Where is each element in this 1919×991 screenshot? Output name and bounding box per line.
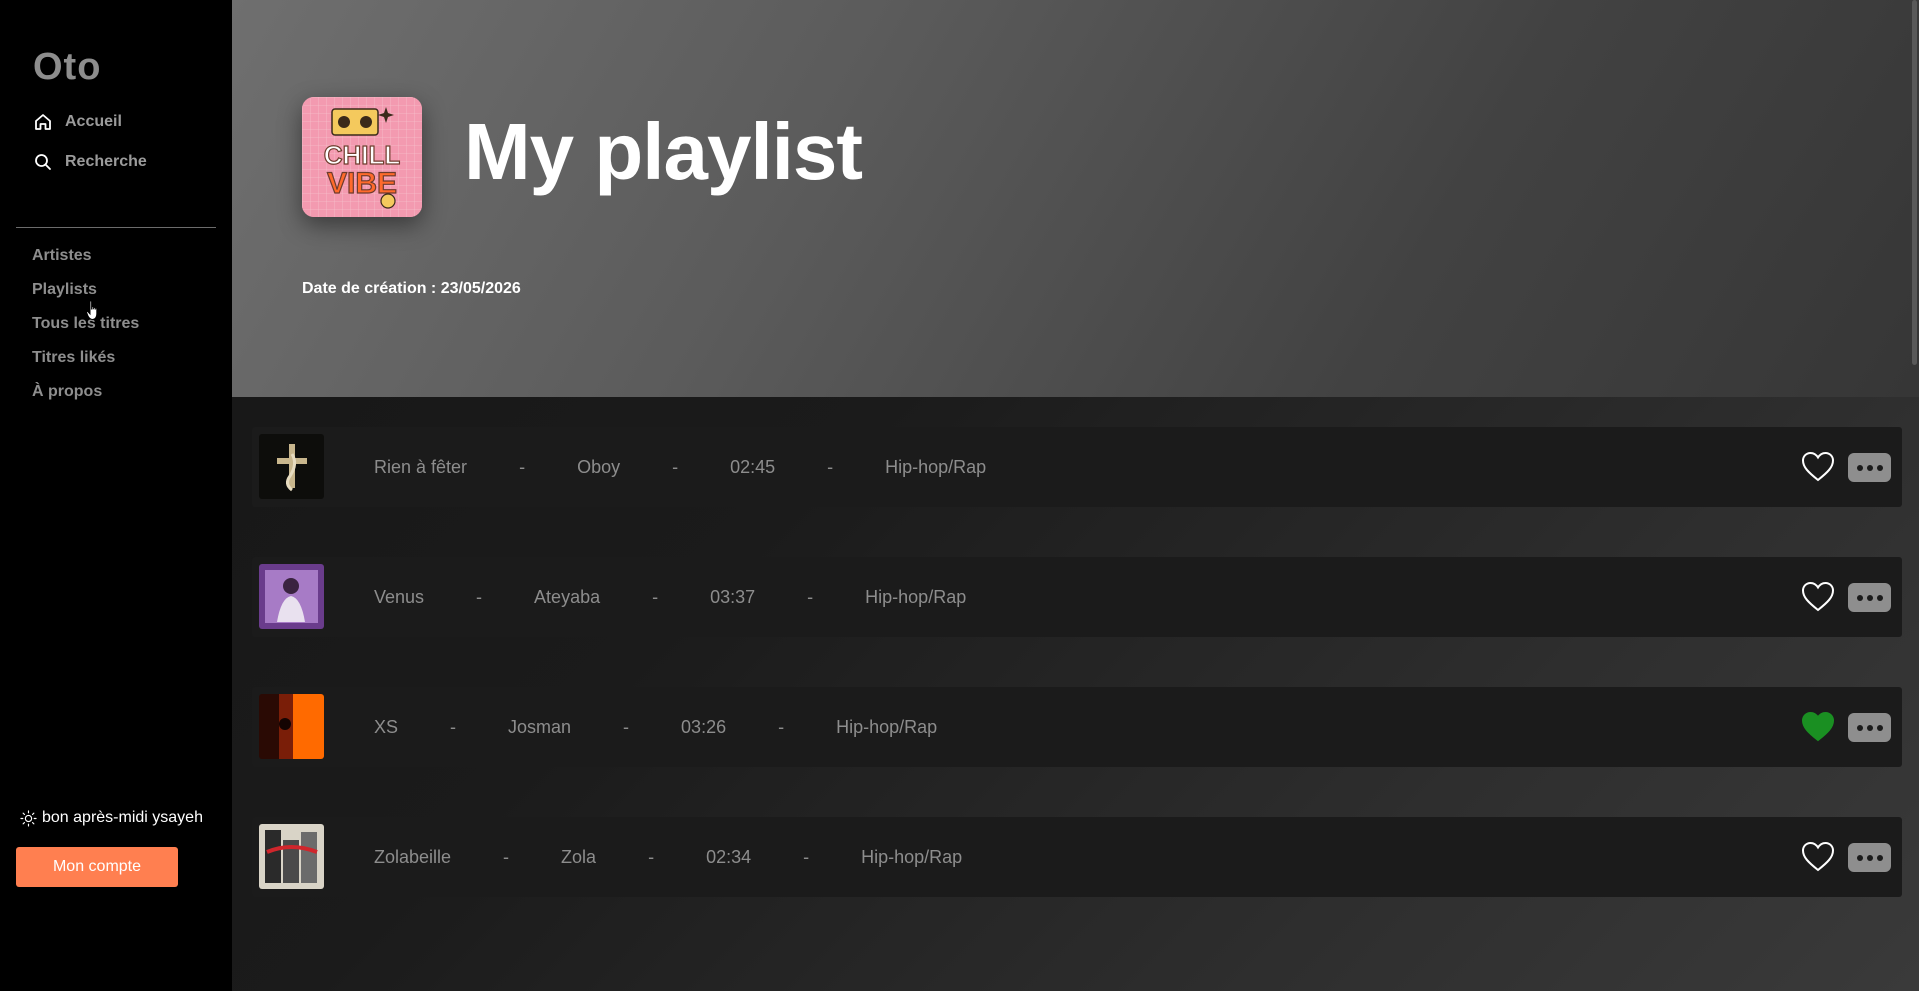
separator: - — [450, 716, 457, 737]
track-row[interactable]: Zolabeille - Zola - 02:34 - Hip-hop/Rap — [252, 817, 1902, 897]
separator: - — [803, 846, 810, 867]
nav-link-a-propos[interactable]: À propos — [32, 382, 139, 416]
nav-item-recherche[interactable]: Recherche — [33, 148, 147, 176]
scrollbar-thumb[interactable] — [1912, 0, 1917, 365]
track-artist: Ateyaba — [534, 586, 601, 607]
track-cover — [259, 434, 324, 499]
sidebar: Oto Accueil Recherche Artistes Playlists… — [0, 0, 232, 991]
sun-icon — [20, 809, 37, 827]
nav-link-titres-likes[interactable]: Titres likés — [32, 348, 139, 382]
separator: - — [503, 846, 510, 867]
track-cover — [259, 694, 324, 759]
track-row[interactable]: XS - Josman - 03:26 - Hip-hop/Rap — [252, 687, 1902, 767]
track-genre: Hip-hop/Rap — [836, 716, 938, 737]
nav-label-recherche: Recherche — [65, 153, 147, 170]
app-logo[interactable]: Oto — [33, 46, 101, 89]
main-nav: Accueil Recherche — [33, 108, 147, 188]
separator: - — [648, 846, 655, 867]
separator: - — [827, 456, 834, 477]
hand-cursor-icon — [86, 300, 98, 321]
track-row[interactable]: Venus - Ateyaba - 03:37 - Hip-hop/Rap — [252, 557, 1902, 637]
track-duration: 02:34 — [706, 846, 752, 867]
account-button[interactable]: Mon compte — [16, 847, 178, 887]
search-icon — [35, 154, 51, 170]
heart-icon[interactable] — [1800, 839, 1836, 875]
sidebar-divider — [16, 227, 216, 228]
separator: - — [778, 716, 785, 737]
track-duration: 03:37 — [710, 586, 756, 607]
nav-label-accueil: Accueil — [65, 113, 122, 130]
nav-link-artistes[interactable]: Artistes — [32, 246, 139, 280]
more-options-button[interactable] — [1848, 713, 1891, 742]
creation-date: Date de création : 23/05/2026 — [302, 280, 521, 297]
track-list: Rien à fêter - Oboy - 02:45 - Hip-hop/Ra… — [252, 427, 1902, 947]
separator: - — [623, 716, 630, 737]
heart-icon[interactable] — [1800, 579, 1836, 615]
heart-filled-icon[interactable] — [1800, 709, 1836, 745]
playlist-cover: CHILL VIBE — [302, 97, 422, 217]
main-content: CHILL VIBE My playlist Date de création … — [232, 0, 1919, 991]
track-info: XS - Josman - 03:26 - Hip-hop/Rap — [374, 687, 937, 767]
separator: - — [652, 586, 659, 607]
track-artist: Josman — [508, 716, 572, 737]
library-nav: Artistes Playlists Tous les titres Titre… — [32, 246, 139, 416]
more-options-button[interactable] — [1848, 843, 1891, 872]
greeting: bon après-midi ysayeh — [20, 809, 203, 827]
track-cover — [259, 824, 324, 889]
track-duration: 03:26 — [681, 716, 727, 737]
track-info: Venus - Ateyaba - 03:37 - Hip-hop/Rap — [374, 557, 966, 637]
track-duration: 02:45 — [730, 456, 776, 477]
playlist-title: My playlist — [464, 107, 863, 196]
track-genre: Hip-hop/Rap — [865, 586, 967, 607]
track-title: Zolabeille — [374, 846, 452, 867]
home-icon — [35, 114, 51, 130]
more-options-button[interactable] — [1848, 583, 1891, 612]
track-title: Venus — [374, 586, 425, 607]
track-title: XS — [374, 716, 399, 737]
more-options-button[interactable] — [1848, 453, 1891, 482]
track-title: Rien à fêter — [374, 456, 468, 477]
scrollbar[interactable] — [1909, 0, 1919, 991]
separator: - — [672, 456, 679, 477]
nav-item-accueil[interactable]: Accueil — [33, 108, 147, 136]
track-info: Zolabeille - Zola - 02:34 - Hip-hop/Rap — [374, 817, 962, 897]
separator: - — [519, 456, 526, 477]
track-artist: Zola — [561, 846, 597, 867]
track-genre: Hip-hop/Rap — [861, 846, 963, 867]
track-genre: Hip-hop/Rap — [885, 456, 987, 477]
playlist-header: CHILL VIBE My playlist Date de création … — [232, 0, 1919, 397]
greeting-text: bon après-midi ysayeh — [42, 809, 203, 826]
separator: - — [476, 586, 483, 607]
track-artist: Oboy — [577, 456, 621, 477]
track-cover — [259, 564, 324, 629]
separator: - — [807, 586, 814, 607]
cover-text-top: CHILL — [324, 140, 401, 170]
track-row[interactable]: Rien à fêter - Oboy - 02:45 - Hip-hop/Ra… — [252, 427, 1902, 507]
track-info: Rien à fêter - Oboy - 02:45 - Hip-hop/Ra… — [374, 427, 986, 507]
heart-icon[interactable] — [1800, 449, 1836, 485]
